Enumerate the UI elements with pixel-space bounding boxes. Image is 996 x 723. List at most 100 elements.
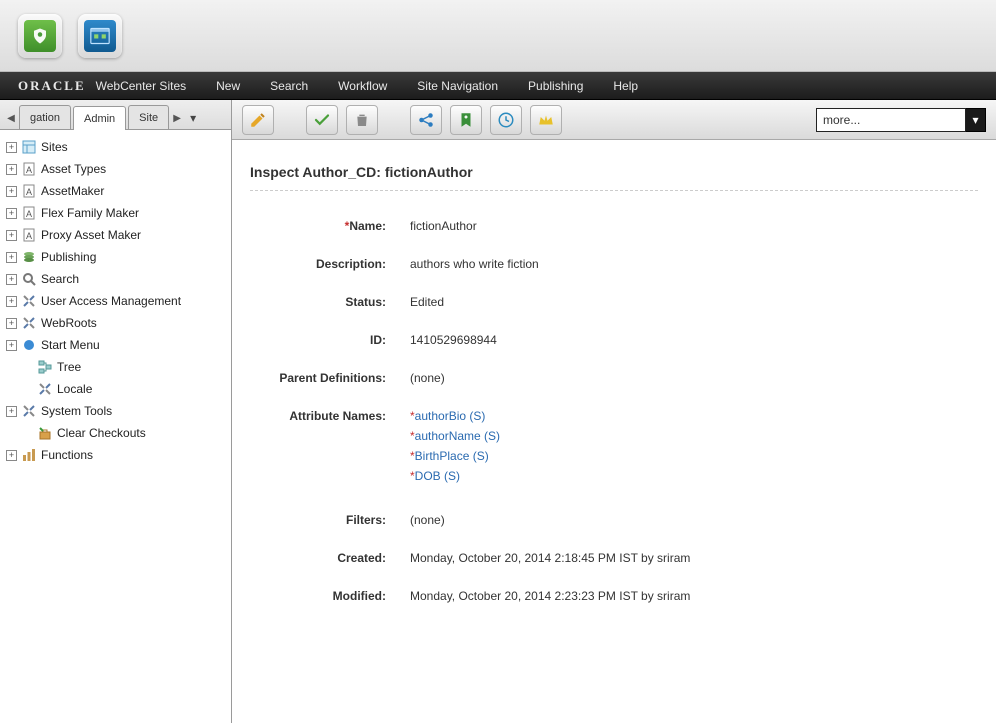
sidebar-tabstrip: ◀ gation Admin Site ▶ ▾ (0, 100, 231, 130)
divider (250, 190, 978, 191)
tab-admin[interactable]: Admin (73, 106, 126, 130)
tab-scroll-left[interactable]: ◀ (4, 107, 18, 129)
expand-toggle[interactable]: + (6, 318, 17, 329)
tab-scroll-right[interactable]: ▶ (170, 107, 184, 129)
tree-item-label: WebRoots (41, 316, 97, 330)
expand-toggle[interactable]: + (6, 296, 17, 307)
label-created: Created: (250, 551, 410, 565)
value-created: Monday, October 20, 2014 2:18:45 PM IST … (410, 551, 978, 565)
shield-user-icon (31, 27, 49, 45)
dot-icon (21, 337, 37, 353)
tab-site[interactable]: Site (128, 105, 169, 129)
delete-button[interactable] (346, 105, 378, 135)
tab-truncated-left[interactable]: gation (19, 105, 71, 129)
tree-item[interactable]: + User Access Management (4, 290, 227, 312)
tree-item[interactable]: + Publishing (4, 246, 227, 268)
approve-button[interactable] (306, 105, 338, 135)
stack-icon (21, 249, 37, 265)
tree-item[interactable]: +AProxy Asset Maker (4, 224, 227, 246)
expand-toggle[interactable]: + (6, 186, 17, 197)
menu-help[interactable]: Help (613, 79, 638, 93)
tree-item[interactable]: +Search (4, 268, 227, 290)
tools-icon (21, 315, 37, 331)
tree-item[interactable]: +AAssetMaker (4, 180, 227, 202)
tree-item[interactable]: + WebRoots (4, 312, 227, 334)
menu-publishing[interactable]: Publishing (528, 79, 583, 93)
more-select[interactable]: more... ▾ (816, 108, 986, 132)
expand-toggle[interactable]: + (6, 142, 17, 153)
expand-toggle[interactable]: + (6, 164, 17, 175)
expand-toggle[interactable]: + (6, 252, 17, 263)
label-modified: Modified: (250, 589, 410, 603)
tree-item[interactable]: + System Tools (4, 400, 227, 422)
main-panel: more... ▾ Inspect Author_CD: fictionAuth… (232, 100, 996, 723)
page-title: Inspect Author_CD: fictionAuthor (250, 164, 978, 180)
crown-button[interactable] (530, 105, 562, 135)
tree-item[interactable]: +Start Menu (4, 334, 227, 356)
brand-sub: WebCenter Sites (96, 79, 187, 93)
brand-main: ORACLE (18, 78, 86, 94)
value-parent-definitions: (none) (410, 371, 978, 385)
tree-item-label: Asset Types (41, 162, 106, 176)
crown-icon (537, 112, 555, 128)
top-toolbar (0, 0, 996, 72)
grid-icon (21, 139, 37, 155)
tools-icon (21, 403, 37, 419)
value-status[interactable]: Edited (410, 295, 978, 309)
tree-item-label: System Tools (41, 404, 112, 418)
menu-workflow[interactable]: Workflow (338, 79, 387, 93)
expand-toggle[interactable]: + (6, 274, 17, 285)
tree-item-label: Functions (41, 448, 93, 462)
value-name: fictionAuthor (410, 219, 978, 233)
history-button[interactable] (490, 105, 522, 135)
tree-item[interactable]: + A Asset Types (4, 158, 227, 180)
expand-toggle[interactable]: + (6, 450, 17, 461)
window-grid-icon (90, 27, 110, 45)
value-id: 1410529698944 (410, 333, 978, 347)
clear-icon (37, 425, 53, 441)
label-status: Status: (250, 295, 410, 309)
tree-item-label: Clear Checkouts (57, 426, 146, 440)
attribute-link[interactable]: *DOB (S) (410, 469, 978, 483)
expand-toggle[interactable]: + (6, 208, 17, 219)
search-icon (21, 271, 37, 287)
tree-item-label: Publishing (41, 250, 96, 264)
tree-item[interactable]: + Functions (4, 444, 227, 466)
expand-toggle (22, 428, 33, 439)
label-filters: Filters: (250, 513, 410, 527)
label-name: *Name: (250, 219, 410, 233)
value-attribute-names: *authorBio (S) *authorName (S) *BirthPlace… (410, 409, 978, 489)
menu-search[interactable]: Search (270, 79, 308, 93)
attribute-link[interactable]: *BirthPlace (S) (410, 449, 978, 463)
tree-item[interactable]: Clear Checkouts (4, 422, 227, 444)
edit-button[interactable] (242, 105, 274, 135)
value-modified: Monday, October 20, 2014 2:23:23 PM IST … (410, 589, 978, 603)
tree-item-label: User Access Management (41, 294, 181, 308)
tools-icon (21, 293, 37, 309)
expand-toggle[interactable]: + (6, 340, 17, 351)
home-admin-tile[interactable] (78, 14, 122, 58)
expand-toggle[interactable]: + (6, 230, 17, 241)
svg-text:A: A (26, 187, 32, 197)
tree-icon (37, 359, 53, 375)
value-description: authors who write fiction (410, 257, 978, 271)
chevron-down-icon[interactable]: ▾ (966, 108, 986, 132)
expand-toggle[interactable]: + (6, 406, 17, 417)
tab-overflow-menu[interactable]: ▾ (184, 107, 202, 129)
share-button[interactable] (410, 105, 442, 135)
menu-new[interactable]: New (216, 79, 240, 93)
tree-item[interactable]: +AFlex Family Maker (4, 202, 227, 224)
menu-site-navigation[interactable]: Site Navigation (417, 79, 498, 93)
doc-a-icon: A (21, 161, 37, 177)
menubar: ORACLE WebCenter Sites New Search Workfl… (0, 72, 996, 100)
tree-item-label: Proxy Asset Maker (41, 228, 141, 242)
tree-item[interactable]: Locale (4, 378, 227, 400)
bookmark-button[interactable] (450, 105, 482, 135)
home-contributor-tile[interactable] (18, 14, 62, 58)
label-id: ID: (250, 333, 410, 347)
tree-item[interactable]: +Sites (4, 136, 227, 158)
attribute-link[interactable]: *authorBio (S) (410, 409, 978, 423)
tree-item[interactable]: Tree (4, 356, 227, 378)
attribute-link[interactable]: *authorName (S) (410, 429, 978, 443)
trash-icon (354, 111, 370, 129)
